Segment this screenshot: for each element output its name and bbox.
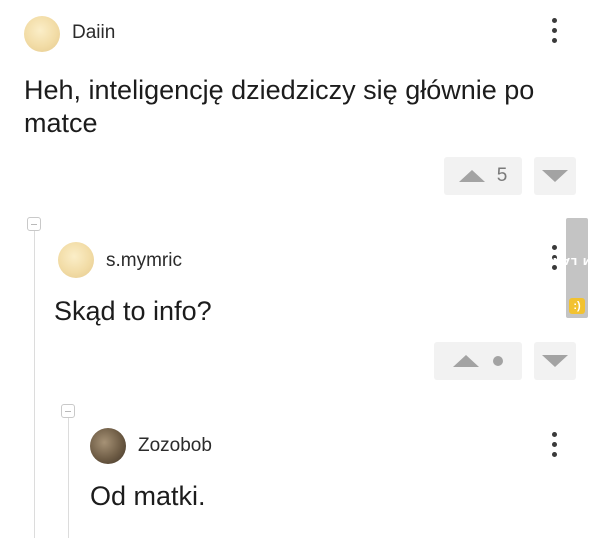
comment-text-s-mymric: Skąd to info? (54, 296, 212, 326)
downvote-button[interactable] (534, 342, 576, 380)
collapse-minus-icon[interactable] (61, 404, 75, 418)
collapse-minus-icon[interactable] (27, 217, 41, 231)
triangle-down-icon (542, 170, 568, 182)
thread-line (68, 418, 69, 538)
comment-text-zozobob: Od matki. (90, 481, 206, 511)
more-vertical-icon[interactable] (551, 432, 557, 457)
avatar-daiin[interactable] (24, 16, 60, 52)
username-zozobob[interactable]: Zozobob (138, 435, 212, 457)
more-vertical-icon[interactable] (551, 18, 557, 43)
triangle-up-icon (458, 170, 485, 182)
upvote-button[interactable]: 5 (444, 157, 522, 195)
upvote-button[interactable] (434, 342, 522, 380)
vote-neutral-dot (493, 356, 503, 366)
avatar-zozobob[interactable] (90, 428, 126, 464)
smiley-icon: :) (569, 298, 585, 314)
avatar-s-mymric[interactable] (58, 242, 94, 278)
username-daiin[interactable]: Daiin (72, 22, 115, 44)
downvote-button[interactable] (534, 157, 576, 195)
thread-line (34, 231, 35, 538)
username-s-mymric[interactable]: s.mymric (106, 250, 182, 272)
memland-watermark: MEM LAND :) (543, 218, 600, 318)
comment-text-daiin: Heh, inteligencję dziedziczy się głównie… (24, 75, 535, 138)
watermark-text: MEM LAND (542, 255, 600, 266)
triangle-up-icon (453, 355, 479, 367)
triangle-down-icon (542, 355, 568, 367)
vote-score: 5 (496, 165, 508, 186)
